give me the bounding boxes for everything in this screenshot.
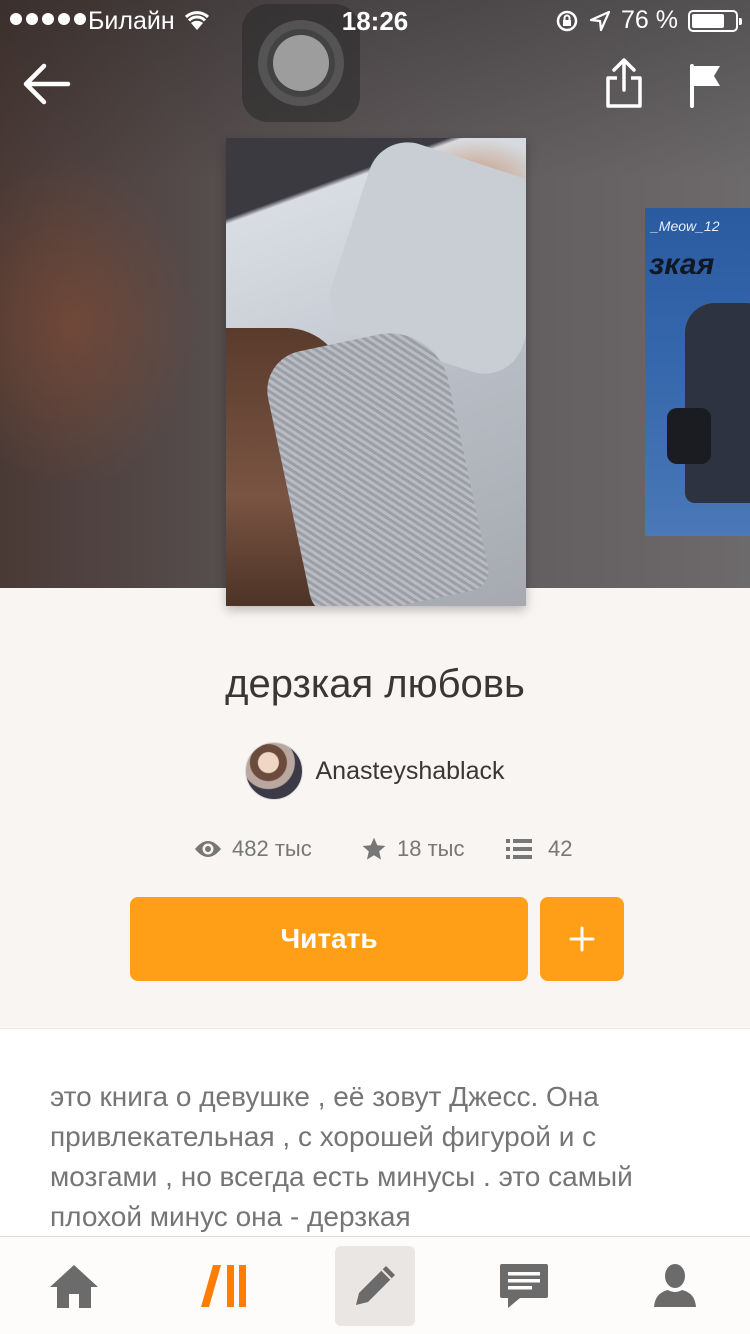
home-icon bbox=[50, 1265, 98, 1308]
tab-messages[interactable] bbox=[484, 1237, 564, 1334]
story-stats: 482 тыс 18 тыс 42 bbox=[0, 832, 750, 868]
tab-profile[interactable] bbox=[635, 1237, 715, 1334]
plus-icon bbox=[569, 926, 595, 952]
pencil-icon bbox=[356, 1266, 395, 1305]
tab-browse[interactable] bbox=[185, 1237, 265, 1334]
profile-icon bbox=[654, 1264, 696, 1307]
avatar[interactable] bbox=[245, 742, 304, 800]
flag-icon[interactable] bbox=[686, 62, 726, 108]
votes-count: 18 тыс bbox=[397, 836, 465, 861]
tab-write[interactable] bbox=[335, 1237, 415, 1334]
read-button[interactable]: Читать bbox=[130, 897, 528, 981]
next-story-cover-image[interactable]: _Meow_12 зкая bbox=[645, 208, 750, 536]
cover-title-text: зкая bbox=[649, 248, 715, 281]
story-title: дерзкая любовь bbox=[225, 662, 525, 706]
messages-icon bbox=[500, 1264, 548, 1308]
add-to-library-button[interactable] bbox=[540, 897, 624, 981]
battery-icon bbox=[688, 9, 742, 32]
browse-icon bbox=[201, 1265, 246, 1307]
tab-bar bbox=[0, 1236, 750, 1334]
share-icon[interactable] bbox=[604, 58, 644, 110]
story-description: это книга о девушке , её зовут Джесс. Он… bbox=[50, 1081, 633, 1232]
battery-level bbox=[692, 13, 724, 28]
list-icon bbox=[506, 839, 532, 859]
star-icon bbox=[362, 837, 386, 860]
battery-percent: 76 % bbox=[621, 6, 678, 34]
description-section: это книга о девушке , её зовут Джесс. Он… bbox=[0, 1028, 750, 1238]
tab-home[interactable] bbox=[34, 1237, 114, 1334]
status-bar: Билайн 18:26 76 % bbox=[0, 0, 750, 40]
arrow-left-icon[interactable] bbox=[22, 62, 72, 106]
rotation-lock-icon bbox=[556, 10, 578, 31]
cover-text: _Meow_12 bbox=[651, 218, 720, 234]
parts-stat: 42 bbox=[506, 836, 572, 862]
parts-count: 42 bbox=[548, 836, 573, 861]
author-row[interactable]: Anasteyshablack bbox=[0, 742, 750, 800]
votes-stat: 18 тыс bbox=[361, 836, 464, 862]
views-stat: 482 тыс bbox=[194, 836, 312, 862]
eye-icon bbox=[195, 841, 221, 857]
story-cover-image[interactable] bbox=[226, 138, 526, 606]
location-icon bbox=[589, 10, 611, 31]
author-name[interactable]: Anasteyshablack bbox=[315, 757, 504, 786]
views-count: 482 тыс bbox=[232, 836, 312, 861]
